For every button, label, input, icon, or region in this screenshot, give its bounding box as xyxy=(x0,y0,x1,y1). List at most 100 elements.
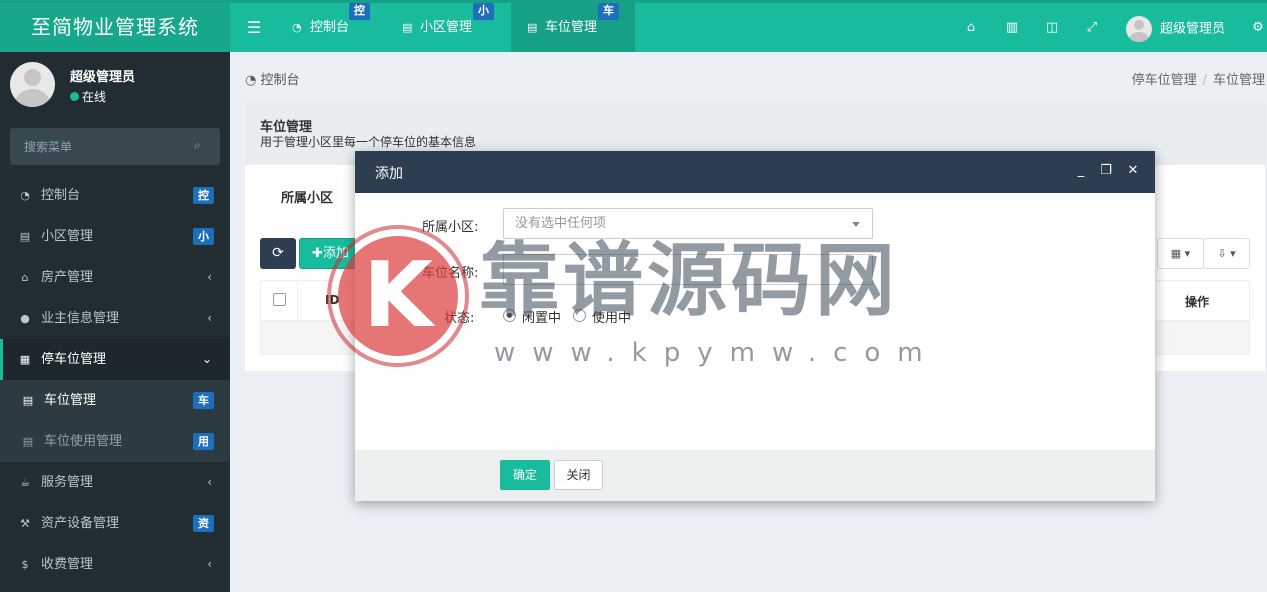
breadcrumb-label: 控制台 xyxy=(260,73,300,88)
menu-badge: 小 xyxy=(193,228,214,245)
plus-icon: ✚ xyxy=(312,246,323,261)
sidebar-item-label: 控制台 xyxy=(41,188,81,203)
export-button[interactable]: ⇩ ▾ xyxy=(1203,238,1250,269)
confirm-button[interactable]: 确定 xyxy=(500,460,550,490)
refresh-button[interactable]: ⟳ xyxy=(260,238,296,269)
sidebar-user-name: 超级管理员 xyxy=(70,70,136,85)
minimize-icon[interactable]: _ xyxy=(1073,163,1089,179)
sidebar: 超级管理员 在线 ⌕ ◔ 控制台 控 ▤ 小区管理 小 ⌂ 房产管理 ‹ ● 业主信息管… xyxy=(0,52,230,592)
chevron-left-icon: ‹ xyxy=(207,557,212,571)
dashboard-icon: ◔ xyxy=(20,189,30,202)
coffee-icon: ☕ xyxy=(20,476,30,489)
home-icon[interactable]: ⌂ xyxy=(957,3,985,52)
chevron-left-icon: ‹ xyxy=(207,270,212,284)
dialog-footer: 确定 关闭 xyxy=(355,450,1155,501)
list-icon: ▤ xyxy=(527,21,538,34)
tab-community[interactable]: ▤ 小区管理 小 xyxy=(386,3,510,52)
add-button[interactable]: ✚添加 xyxy=(299,238,359,269)
dialog-header[interactable]: 添加 _ ❐ ✕ xyxy=(355,151,1155,193)
caret-down-icon xyxy=(852,222,860,227)
status-label: 状态: xyxy=(444,311,475,326)
sidebar-item-fees[interactable]: $ 收费管理 ‹ xyxy=(0,544,230,585)
sidebar-item-label: 车位管理 xyxy=(44,393,97,408)
space-name-label: 车位名称: xyxy=(422,266,479,281)
tab-badge: 车 xyxy=(598,3,619,20)
community-label: 所属小区: xyxy=(422,220,479,235)
status-text: 在线 xyxy=(82,90,107,104)
community-select[interactable]: 没有选中任何项 xyxy=(503,208,873,239)
columns-button[interactable]: ▦ ▾ xyxy=(1157,238,1204,269)
header-user-name: 超级管理员 xyxy=(1160,21,1226,37)
sidebar-item-label: 资产设备管理 xyxy=(41,516,120,531)
status-radio-in-use[interactable] xyxy=(573,309,586,322)
status-option-idle[interactable]: 闲置中 xyxy=(522,307,561,326)
sidebar-item-owner[interactable]: ● 业主信息管理 ‹ xyxy=(0,298,230,339)
maximize-icon[interactable]: ❐ xyxy=(1098,163,1114,179)
sidebar-item-property[interactable]: ⌂ 房产管理 ‹ xyxy=(0,257,230,298)
chevron-left-icon: ‹ xyxy=(207,475,212,489)
breadcrumb-separator: / xyxy=(1202,73,1207,88)
tab-dashboard[interactable]: ◔ 控制台 控 xyxy=(276,3,386,52)
menu-badge: 资 xyxy=(193,515,214,532)
menu-badge: 控 xyxy=(193,187,214,204)
tab-label: 控制台 xyxy=(310,20,350,35)
status-option-in-use[interactable]: 使用中 xyxy=(592,307,631,326)
menu-toggle-icon[interactable]: ☰ xyxy=(240,3,268,52)
select-placeholder: 没有选中任何项 xyxy=(515,216,607,231)
sidebar-item-label: 停车位管理 xyxy=(41,352,107,367)
settings-icon[interactable]: ⚙ xyxy=(1244,3,1267,52)
search-icon[interactable]: ⌕ xyxy=(194,138,208,152)
list-icon: ▤ xyxy=(22,435,34,448)
list-icon: ▤ xyxy=(402,21,413,34)
user-icon: ● xyxy=(20,312,30,325)
select-all-checkbox[interactable] xyxy=(273,293,286,306)
sidebar-item-service[interactable]: ☕ 服务管理 ‹ xyxy=(0,462,230,503)
column-header-id[interactable]: ID xyxy=(325,293,339,307)
page-description: 用于管理小区里每一个停车位的基本信息 xyxy=(260,135,477,149)
breadcrumb: 停车位管理 / 车位管理 xyxy=(1132,69,1265,88)
close-icon[interactable]: ✕ xyxy=(1125,163,1141,179)
avatar xyxy=(1126,16,1152,42)
close-button[interactable]: 关闭 xyxy=(554,460,603,490)
sidebar-search: ⌕ xyxy=(10,128,220,165)
sidebar-item-parking-space[interactable]: ▤ 车位管理 车 xyxy=(0,380,230,421)
header-user[interactable]: 超级管理员 xyxy=(1126,16,1225,42)
gavel-icon: ⚒ xyxy=(20,517,30,530)
trash-icon[interactable]: ▥ xyxy=(998,3,1026,52)
dashboard-icon: ◔ xyxy=(245,73,261,88)
breadcrumb-item[interactable]: 停车位管理 xyxy=(1132,73,1197,88)
avatar xyxy=(10,62,55,107)
space-name-input[interactable] xyxy=(503,254,873,285)
tab-badge: 控 xyxy=(349,3,370,20)
sidebar-item-parking-usage[interactable]: ▤ 车位使用管理 用 xyxy=(0,421,230,462)
filter-tab-community[interactable]: 所属小区 xyxy=(281,187,333,206)
column-divider xyxy=(297,281,298,320)
app-logo[interactable]: 至简物业管理系统 xyxy=(0,3,230,52)
add-label: 添加 xyxy=(322,246,349,261)
language-icon[interactable]: ◫ xyxy=(1038,3,1066,52)
grid-icon: ▦ ▾ xyxy=(1170,247,1191,260)
sidebar-item-label: 收费管理 xyxy=(41,557,94,572)
tab-parking-space[interactable]: ▤ 车位管理 车 xyxy=(511,3,635,52)
status-radio-idle[interactable] xyxy=(503,309,516,322)
online-status: 在线 xyxy=(70,88,106,105)
dashboard-icon: ◔ xyxy=(292,21,302,34)
sidebar-item-community[interactable]: ▤ 小区管理 小 xyxy=(0,216,230,257)
sidebar-item-assets[interactable]: ⚒ 资产设备管理 资 xyxy=(0,503,230,544)
sidebar-item-parking[interactable]: ▦ 停车位管理 ⌄ xyxy=(0,339,230,380)
list-icon: ▤ xyxy=(19,230,31,243)
export-icon: ⇩ ▾ xyxy=(1217,247,1236,260)
breadcrumb-item: 车位管理 xyxy=(1212,73,1265,88)
tab-badge: 小 xyxy=(473,3,494,20)
chevron-left-icon: ‹ xyxy=(207,311,212,325)
fullscreen-icon[interactable]: ⤢ xyxy=(1078,3,1106,52)
parking-icon: ▦ xyxy=(19,353,31,366)
sidebar-item-label: 服务管理 xyxy=(41,475,94,490)
menu-badge: 车 xyxy=(193,392,214,409)
sidebar-item-label: 车位使用管理 xyxy=(44,434,123,449)
list-icon: ▤ xyxy=(22,394,34,407)
sidebar-item-dashboard[interactable]: ◔ 控制台 控 xyxy=(0,175,230,216)
user-panel: 超级管理员 在线 xyxy=(10,62,220,110)
sidebar-item-label: 业主信息管理 xyxy=(41,311,120,326)
search-input[interactable] xyxy=(10,128,190,165)
